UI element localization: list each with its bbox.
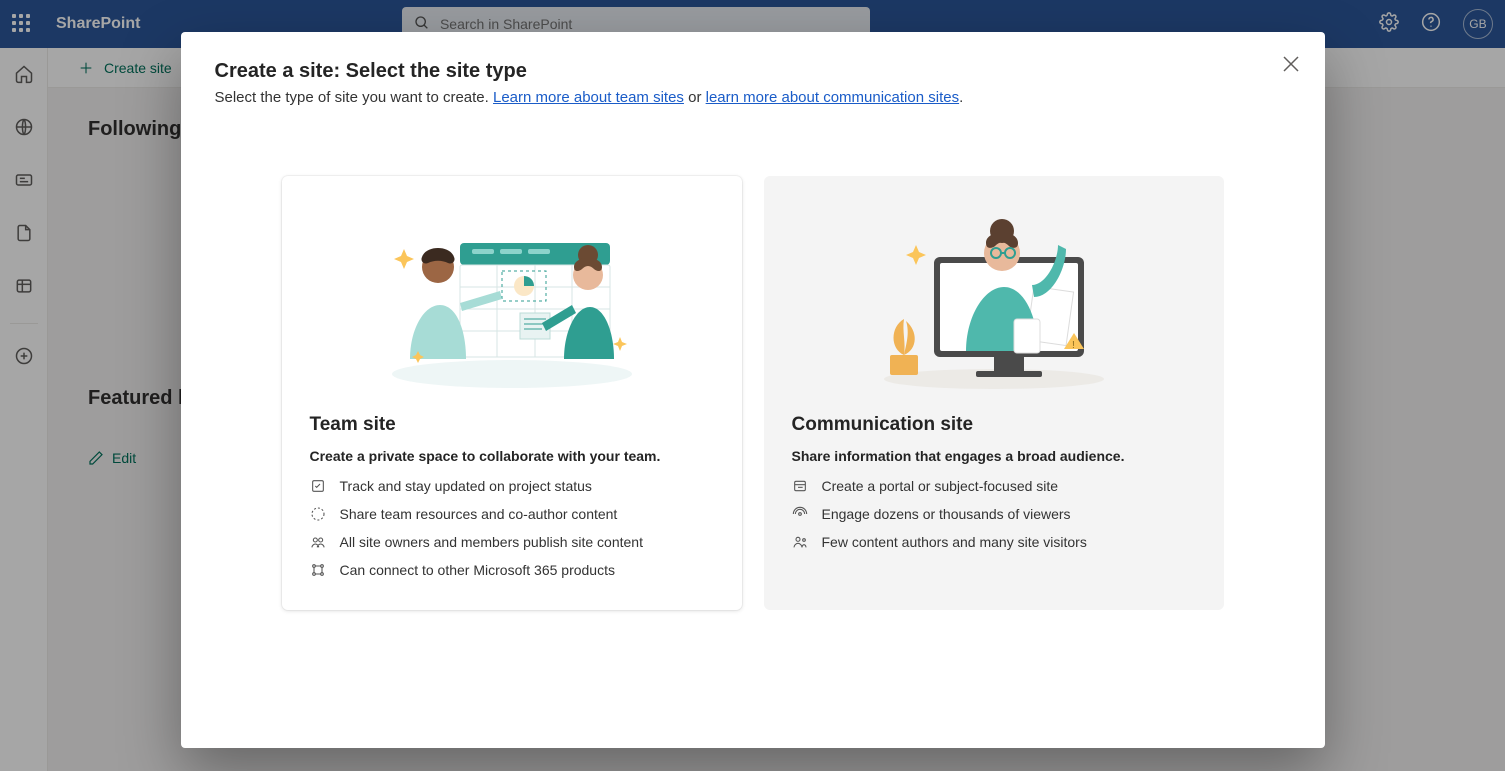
close-icon <box>1279 52 1303 76</box>
people-icon <box>310 534 326 550</box>
close-button[interactable] <box>1279 52 1303 76</box>
connect-icon <box>310 562 326 578</box>
comm-site-illustration: ! <box>792 204 1196 394</box>
learn-comm-sites-link[interactable]: learn more about communication sites <box>706 89 959 106</box>
checklist-icon <box>310 478 326 494</box>
broadcast-icon <box>792 506 808 522</box>
create-site-modal: Create a site: Select the site type Sele… <box>181 32 1325 748</box>
team-bullet-1: Track and stay updated on project status <box>310 478 714 494</box>
learn-team-sites-link[interactable]: Learn more about team sites <box>493 89 684 106</box>
modal-sub-suffix: . <box>959 89 963 106</box>
modal-sub-prefix: Select the type of site you want to crea… <box>215 89 494 106</box>
modal-overlay[interactable]: Create a site: Select the site type Sele… <box>0 0 1505 771</box>
modal-title: Create a site: Select the site type <box>215 60 1291 83</box>
team-site-title: Team site <box>310 414 714 436</box>
communication-site-card[interactable]: ! <box>764 176 1224 610</box>
team-bullet-4: Can connect to other Microsoft 365 produ… <box>310 562 714 578</box>
modal-conj: or <box>684 89 706 106</box>
comm-bullet-3: Few content authors and many site visito… <box>792 534 1196 550</box>
portal-icon <box>792 478 808 494</box>
svg-text:!: ! <box>1072 340 1075 351</box>
team-site-illustration <box>310 204 714 394</box>
share-icon <box>310 506 326 522</box>
team-bullet-3: All site owners and members publish site… <box>310 534 714 550</box>
comm-site-tagline: Share information that engages a broad a… <box>792 448 1196 464</box>
author-icon <box>792 534 808 550</box>
modal-subtitle: Select the type of site you want to crea… <box>215 89 1291 106</box>
comm-site-title: Communication site <box>792 414 1196 436</box>
team-site-card[interactable]: Team site Create a private space to coll… <box>282 176 742 610</box>
comm-bullet-1: Create a portal or subject-focused site <box>792 478 1196 494</box>
team-site-tagline: Create a private space to collaborate wi… <box>310 448 714 464</box>
comm-bullet-2: Engage dozens or thousands of viewers <box>792 506 1196 522</box>
team-bullet-2: Share team resources and co-author conte… <box>310 506 714 522</box>
